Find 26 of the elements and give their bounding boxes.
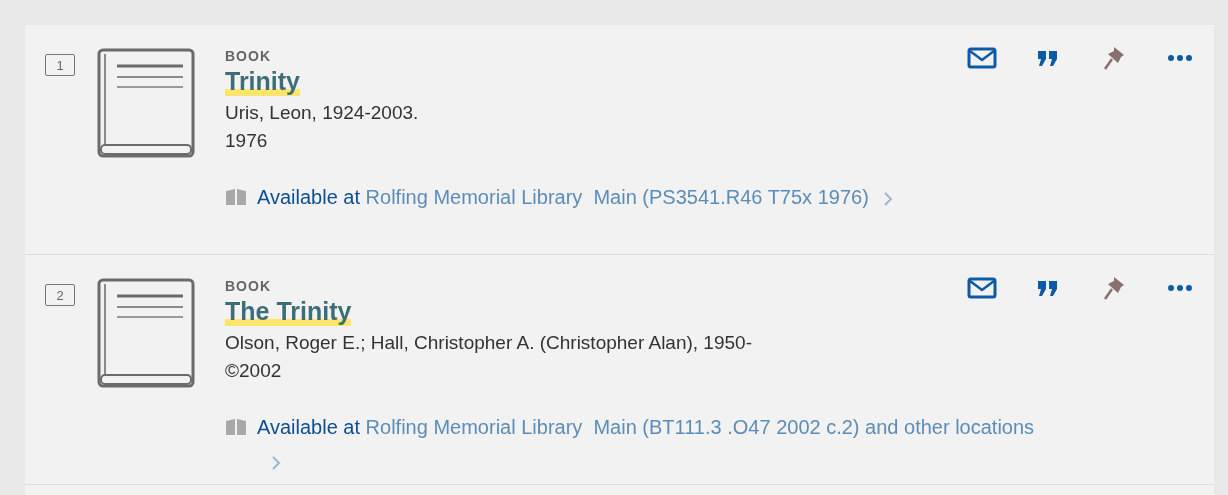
quote-icon <box>1037 279 1059 297</box>
more-icon <box>1167 54 1193 62</box>
date-text: 1976 <box>225 130 268 152</box>
availability-link[interactable]: Available at Rolfing Memorial Library Main (BT111.3 .O47 2002 c.2) and other locations <box>257 416 1035 438</box>
envelope-icon <box>967 47 997 69</box>
open-book-icon <box>225 418 247 436</box>
chevron-right-icon <box>271 454 281 471</box>
chevron-right-icon <box>882 190 893 207</box>
author-text: Uris, Leon, 1924-2003. <box>225 102 419 124</box>
pin-icon <box>1102 45 1126 71</box>
date-text: ©2002 <box>225 360 282 382</box>
author-text: Olson, Roger E.; Hall, Christopher A. (Christopher Alan), 1950- <box>225 332 752 354</box>
book-icon <box>97 48 195 160</box>
book-icon <box>97 278 195 390</box>
open-book-icon <box>225 188 247 206</box>
result-number: 1 <box>45 54 75 76</box>
result-number: 2 <box>45 284 75 306</box>
pin-icon <box>1102 275 1126 301</box>
availability-link[interactable]: Available at Rolfing Memorial Library Main (PS3541.R46 T75x 1976) <box>257 186 869 208</box>
envelope-icon <box>967 277 997 299</box>
email-button[interactable] <box>966 275 998 301</box>
resource-type: BOOK <box>225 278 271 294</box>
email-button[interactable] <box>966 45 998 71</box>
more-icon <box>1167 284 1193 292</box>
quote-icon <box>1037 49 1059 67</box>
resource-type: BOOK <box>225 48 271 64</box>
